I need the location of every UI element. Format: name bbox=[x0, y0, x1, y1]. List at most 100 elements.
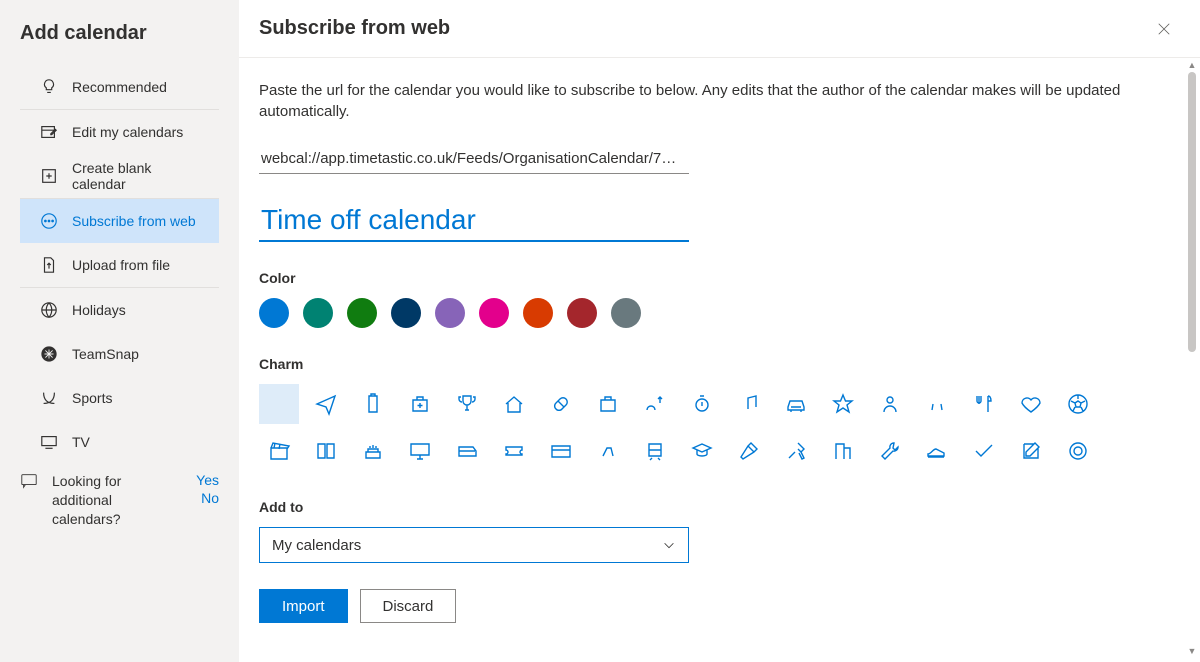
feedback-icon bbox=[20, 472, 38, 490]
feedback-yes-link[interactable]: Yes bbox=[196, 472, 219, 488]
charm-balloons[interactable] bbox=[917, 384, 957, 424]
charm-card[interactable] bbox=[541, 431, 581, 471]
charm-check[interactable] bbox=[964, 431, 1004, 471]
color-swatch-6[interactable] bbox=[523, 298, 553, 328]
sidebar: Add calendar Recommended Edit my calendar… bbox=[0, 0, 239, 662]
charm-trophy[interactable] bbox=[447, 384, 487, 424]
charm-target[interactable] bbox=[1058, 431, 1098, 471]
charm-stopwatch[interactable] bbox=[682, 384, 722, 424]
charm-bus[interactable] bbox=[447, 431, 487, 471]
charm-clipboard[interactable] bbox=[353, 384, 393, 424]
addto-section-label: Add to bbox=[259, 499, 1180, 515]
charm-home[interactable] bbox=[494, 384, 534, 424]
color-swatch-0[interactable] bbox=[259, 298, 289, 328]
charm-music[interactable] bbox=[729, 384, 769, 424]
charm-soccer[interactable] bbox=[1058, 384, 1098, 424]
charm-wrench[interactable] bbox=[870, 431, 910, 471]
color-swatch-1[interactable] bbox=[303, 298, 333, 328]
color-swatch-4[interactable] bbox=[435, 298, 465, 328]
charm-graduation[interactable] bbox=[682, 431, 722, 471]
sidebar-title: Add calendar bbox=[0, 14, 239, 65]
sidebar-item-tv[interactable]: TV bbox=[20, 420, 219, 464]
charm-clapper[interactable] bbox=[259, 431, 299, 471]
sidebar-item-sports[interactable]: Sports bbox=[20, 376, 219, 420]
color-swatch-5[interactable] bbox=[479, 298, 509, 328]
feedback-text: Looking for additional calendars? bbox=[52, 472, 182, 529]
url-input[interactable] bbox=[259, 146, 689, 174]
edit-calendar-icon bbox=[40, 123, 58, 141]
subscribe-icon bbox=[40, 212, 58, 230]
chevron-down-icon bbox=[662, 538, 676, 552]
close-button[interactable] bbox=[1148, 13, 1180, 45]
lightbulb-icon bbox=[40, 78, 58, 96]
feedback-row: Looking for additional calendars? Yes No bbox=[0, 464, 239, 529]
charm-star[interactable] bbox=[823, 384, 863, 424]
addto-value: My calendars bbox=[272, 537, 361, 554]
main-panel: Subscribe from web Paste the url for the… bbox=[239, 0, 1200, 662]
sidebar-item-holidays[interactable]: Holidays bbox=[20, 288, 219, 332]
button-row: Import Discard bbox=[259, 589, 1180, 623]
tv-icon bbox=[40, 433, 58, 451]
charm-shoe[interactable] bbox=[917, 431, 957, 471]
charm-tools[interactable] bbox=[776, 431, 816, 471]
charm-cake[interactable] bbox=[353, 431, 393, 471]
charm-medkit[interactable] bbox=[400, 384, 440, 424]
color-section-label: Color bbox=[259, 270, 1180, 286]
charm-hammer[interactable] bbox=[729, 431, 769, 471]
color-swatch-2[interactable] bbox=[347, 298, 377, 328]
charm-book[interactable] bbox=[306, 431, 346, 471]
sidebar-item-label: Create blank calendar bbox=[72, 160, 199, 192]
sidebar-item-label: Subscribe from web bbox=[72, 213, 196, 229]
sidebar-item-recommended[interactable]: Recommended bbox=[20, 65, 219, 109]
charm-heart[interactable] bbox=[1011, 384, 1051, 424]
charm-pill[interactable] bbox=[541, 384, 581, 424]
charm-briefcase[interactable] bbox=[588, 384, 628, 424]
scroll-up-arrow[interactable]: ▲ bbox=[1184, 58, 1200, 72]
sidebar-item-label: Upload from file bbox=[72, 257, 170, 273]
main-body: Paste the url for the calendar you would… bbox=[239, 58, 1200, 662]
charm-grid bbox=[259, 384, 1180, 471]
sidebar-item-edit[interactable]: Edit my calendars bbox=[20, 110, 219, 154]
sports-icon bbox=[40, 389, 58, 407]
scroll-track[interactable] bbox=[1184, 72, 1200, 644]
charm-people[interactable] bbox=[635, 384, 675, 424]
sidebar-item-teamsnap[interactable]: TeamSnap bbox=[20, 332, 219, 376]
calendar-name-input[interactable] bbox=[259, 194, 689, 242]
color-swatch-3[interactable] bbox=[391, 298, 421, 328]
charm-bike[interactable] bbox=[588, 431, 628, 471]
color-swatch-7[interactable] bbox=[567, 298, 597, 328]
charm-compose[interactable] bbox=[1011, 431, 1051, 471]
charm-building[interactable] bbox=[823, 431, 863, 471]
scroll-down-arrow[interactable]: ▼ bbox=[1184, 644, 1200, 658]
color-row bbox=[259, 298, 1180, 328]
feedback-no-link[interactable]: No bbox=[201, 490, 219, 506]
charm-section-label: Charm bbox=[259, 356, 1180, 372]
sidebar-item-create[interactable]: Create blank calendar bbox=[20, 154, 219, 198]
charm-none[interactable] bbox=[259, 384, 299, 424]
main-title: Subscribe from web bbox=[259, 17, 450, 40]
sidebar-item-upload[interactable]: Upload from file bbox=[20, 243, 219, 287]
addto-select[interactable]: My calendars bbox=[259, 527, 689, 563]
globe-icon bbox=[40, 301, 58, 319]
teamsnap-icon bbox=[40, 345, 58, 363]
sidebar-item-subscribe[interactable]: Subscribe from web bbox=[20, 199, 219, 243]
color-swatch-8[interactable] bbox=[611, 298, 641, 328]
charm-person[interactable] bbox=[870, 384, 910, 424]
charm-car[interactable] bbox=[776, 384, 816, 424]
charm-ticket[interactable] bbox=[494, 431, 534, 471]
charm-monitor[interactable] bbox=[400, 431, 440, 471]
charm-utensils[interactable] bbox=[964, 384, 1004, 424]
charm-plane[interactable] bbox=[306, 384, 346, 424]
sidebar-item-label: TV bbox=[72, 434, 90, 450]
scrollbar[interactable]: ▲ ▼ bbox=[1184, 58, 1200, 658]
charm-train[interactable] bbox=[635, 431, 675, 471]
sidebar-item-label: Sports bbox=[72, 390, 112, 406]
sidebar-item-label: Holidays bbox=[72, 302, 126, 318]
discard-button[interactable]: Discard bbox=[360, 589, 457, 623]
upload-file-icon bbox=[40, 256, 58, 274]
sidebar-item-label: TeamSnap bbox=[72, 346, 139, 362]
sidebar-item-label: Recommended bbox=[72, 79, 167, 95]
scroll-thumb[interactable] bbox=[1188, 72, 1196, 352]
main-header: Subscribe from web bbox=[239, 0, 1200, 58]
import-button[interactable]: Import bbox=[259, 589, 348, 623]
